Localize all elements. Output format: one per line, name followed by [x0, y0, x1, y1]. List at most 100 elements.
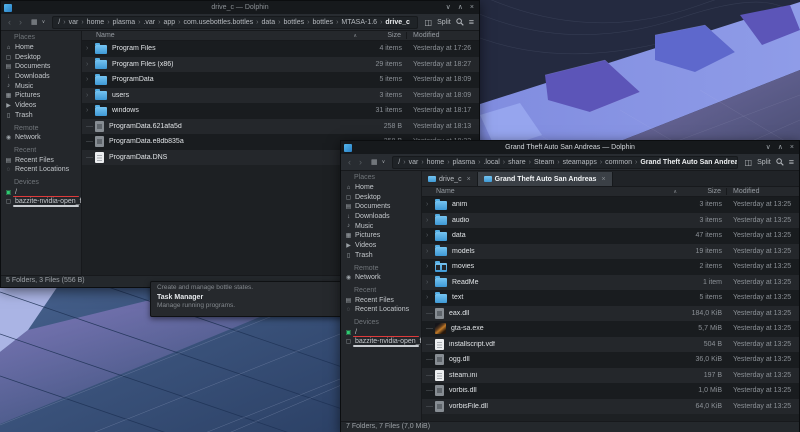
breadcrumb-segment[interactable]: .local	[483, 159, 508, 166]
tab-close-icon[interactable]: ×	[467, 176, 471, 183]
table-row[interactable]: › audio 3 items Yesterday at 13:25	[422, 213, 799, 229]
breadcrumb-segment[interactable]: drive_c	[385, 19, 410, 26]
sidebar-item[interactable]: ♪ Music	[341, 221, 421, 231]
expander-icon[interactable]: —	[82, 138, 95, 145]
split-button-label[interactable]: Split	[757, 159, 771, 166]
tab[interactable]: Grand Theft Auto San Andreas ×	[478, 172, 613, 186]
sidebar-item[interactable]: ♪ Music	[1, 81, 81, 91]
breadcrumb-segment[interactable]: steamapps	[563, 159, 606, 166]
expander-icon[interactable]: ›	[82, 107, 95, 114]
minimize-button[interactable]: ∨	[766, 141, 771, 154]
titlebar[interactable]: Grand Theft Auto San Andreas — Dolphin ∨…	[341, 141, 799, 154]
table-row[interactable]: › Program Files 4 items Yesterday at 17:…	[82, 41, 479, 57]
expander-icon[interactable]: —	[422, 356, 435, 363]
maximize-button[interactable]: ∧	[458, 1, 463, 14]
breadcrumb-segment[interactable]: data	[262, 19, 284, 26]
breadcrumb-segment[interactable]: home	[427, 159, 453, 166]
hamburger-menu-icon[interactable]: ≡	[789, 157, 794, 167]
column-header-modified[interactable]: Modified	[406, 32, 479, 39]
breadcrumb[interactable]: / var home plasma .local share Steam ste…	[392, 156, 737, 169]
table-row[interactable]: › users 3 items Yesterday at 18:09	[82, 88, 479, 104]
breadcrumb-segment[interactable]: app	[163, 19, 183, 26]
table-row[interactable]: — vorbisFile.dll 64,0 KiB Yesterday at 1…	[422, 399, 799, 415]
table-row[interactable]: › ProgramData 5 items Yesterday at 18:09	[82, 72, 479, 88]
table-row[interactable]: › ReadMe 1 item Yesterday at 13:25	[422, 275, 799, 291]
expander-icon[interactable]: —	[82, 154, 95, 161]
sidebar-item[interactable]: ▤ Recent Files	[1, 155, 81, 165]
expander-icon[interactable]: —	[422, 325, 435, 332]
sidebar-item[interactable]: ⌂ Home	[341, 183, 421, 193]
sidebar-item[interactable]: ▶ Videos	[341, 241, 421, 251]
column-header-name[interactable]: Name	[422, 188, 669, 195]
expander-icon[interactable]: ›	[422, 217, 435, 224]
breadcrumb-segment[interactable]: common	[605, 159, 640, 166]
sidebar-item[interactable]: ▯ Trash	[341, 251, 421, 261]
sidebar-item[interactable]: ▢ bazzite-nvidia-open_fedora	[341, 337, 421, 347]
search-icon[interactable]	[776, 158, 784, 166]
expander-icon[interactable]: —	[422, 372, 435, 379]
chevron-down-icon[interactable]: ∨	[382, 159, 386, 165]
expander-icon[interactable]: ›	[82, 61, 95, 68]
breadcrumb-segment[interactable]: .var	[143, 19, 163, 26]
expander-icon[interactable]: ›	[82, 76, 95, 83]
forward-button[interactable]: ›	[357, 158, 364, 167]
expander-icon[interactable]: —	[422, 341, 435, 348]
expander-icon[interactable]: —	[422, 310, 435, 317]
breadcrumb-segment[interactable]: plasma	[113, 19, 144, 26]
sidebar-item[interactable]: ↓ Downloads	[1, 72, 81, 82]
column-header-name[interactable]: Name	[82, 32, 349, 39]
sidebar-item[interactable]: ▤ Documents	[341, 202, 421, 212]
breadcrumb-segment[interactable]: plasma	[453, 159, 484, 166]
back-button[interactable]: ‹	[6, 18, 13, 27]
expander-icon[interactable]: ›	[422, 279, 435, 286]
sidebar-item[interactable]: ◌ Recent Locations	[341, 305, 421, 315]
close-button[interactable]: ×	[470, 1, 474, 14]
table-row[interactable]: — eax.dll 184,0 KiB Yesterday at 13:25	[422, 306, 799, 322]
sidebar-item[interactable]: ▤ Recent Files	[341, 295, 421, 305]
forward-button[interactable]: ›	[17, 18, 24, 27]
table-row[interactable]: — vorbis.dll 1,0 MiB Yesterday at 13:25	[422, 383, 799, 399]
breadcrumb-segment[interactable]: com.usebottles.bottles	[184, 19, 262, 26]
sidebar-item[interactable]: ▦ Pictures	[1, 91, 81, 101]
sidebar-item[interactable]: ⌂ Home	[1, 43, 81, 53]
breadcrumb-segment[interactable]: bottles	[283, 19, 312, 26]
expander-icon[interactable]: ›	[422, 294, 435, 301]
expander-icon[interactable]: ›	[422, 248, 435, 255]
expander-icon[interactable]: —	[422, 403, 435, 410]
hamburger-menu-icon[interactable]: ≡	[469, 17, 474, 27]
sidebar-item[interactable]: ▯ Trash	[1, 111, 81, 121]
table-row[interactable]: — installscript.vdf 504 B Yesterday at 1…	[422, 337, 799, 353]
breadcrumb-segment[interactable]: /	[398, 159, 408, 166]
sidebar-item[interactable]: ▢ Desktop	[1, 52, 81, 62]
sidebar-item[interactable]: ▦ Pictures	[341, 231, 421, 241]
expander-icon[interactable]: —	[422, 387, 435, 394]
table-row[interactable]: › text 5 items Yesterday at 13:25	[422, 290, 799, 306]
search-icon[interactable]	[456, 18, 464, 26]
breadcrumb-segment[interactable]: Grand Theft Auto San Andreas	[640, 159, 737, 166]
sidebar-item[interactable]: ◉ Network	[341, 273, 421, 283]
sidebar-item[interactable]: ↓ Downloads	[341, 212, 421, 222]
tab[interactable]: drive_c ×	[422, 172, 478, 186]
column-header-size[interactable]: Size	[357, 32, 401, 39]
breadcrumb-segment[interactable]: Steam	[534, 159, 563, 166]
breadcrumb-segment[interactable]: home	[87, 19, 113, 26]
breadcrumb-segment[interactable]: MTASA-1.6	[341, 19, 385, 26]
sidebar-item[interactable]: ◉ Network	[1, 133, 81, 143]
split-view-icon[interactable]: ◫	[425, 18, 433, 27]
table-row[interactable]: — ogg.dll 36,0 KiB Yesterday at 13:25	[422, 352, 799, 368]
table-row[interactable]: — gta-sa.exe 5,7 MiB Yesterday at 13:25	[422, 321, 799, 337]
close-button[interactable]: ×	[790, 141, 794, 154]
sidebar-item[interactable]: ▣ /	[1, 187, 81, 197]
places-panel-icon[interactable]: ▦	[31, 18, 38, 26]
sidebar-item[interactable]: ▶ Videos	[1, 101, 81, 111]
minimize-button[interactable]: ∨	[446, 1, 451, 14]
column-header-modified[interactable]: Modified	[726, 188, 799, 195]
maximize-button[interactable]: ∧	[778, 141, 783, 154]
table-row[interactable]: › anim 3 items Yesterday at 13:25	[422, 197, 799, 213]
sidebar-item[interactable]: ▤ Documents	[1, 62, 81, 72]
sidebar-item[interactable]: ▣ /	[341, 327, 421, 337]
sidebar-item[interactable]: ◌ Recent Locations	[1, 165, 81, 175]
table-row[interactable]: — ProgramData.621afa5d 258 B Yesterday a…	[82, 119, 479, 135]
sidebar-item[interactable]: ▢ bazzite-nvidia-open_fedora	[1, 197, 81, 207]
table-row[interactable]: › Program Files (x86) 29 items Yesterday…	[82, 57, 479, 73]
